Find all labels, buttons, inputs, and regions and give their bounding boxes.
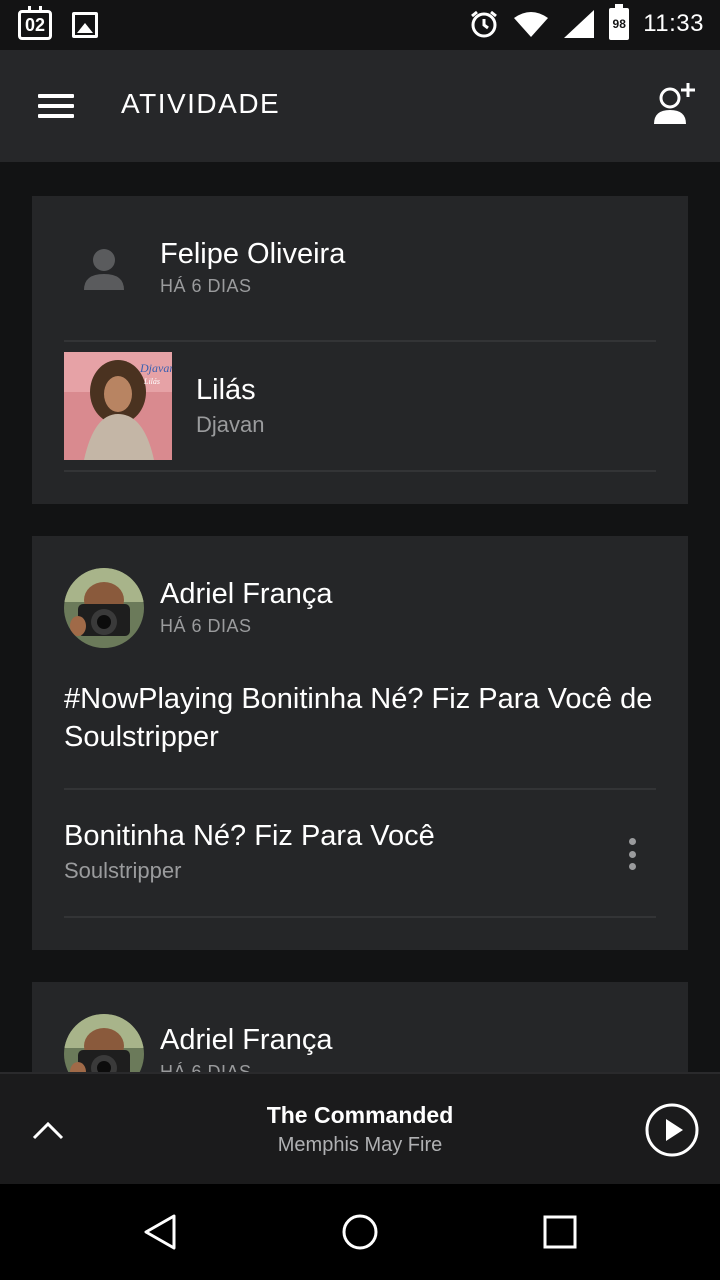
now-playing-bar[interactable]: The Commanded Memphis May Fire bbox=[0, 1072, 720, 1184]
signal-icon bbox=[564, 10, 595, 38]
track-row[interactable]: Djavan Lilás Lilás Djavan bbox=[64, 352, 656, 460]
track-row[interactable]: Bonitinha Né? Fiz Para Você Soulstripper bbox=[64, 808, 656, 918]
menu-icon[interactable] bbox=[38, 94, 74, 118]
track-title: Lilás bbox=[196, 374, 256, 406]
activity-card: Felipe Oliveira HÁ 6 DIAS Djavan Lilás L… bbox=[32, 196, 688, 504]
user-placeholder-icon bbox=[84, 249, 124, 290]
activity-card: Adriel França HÁ 6 DIAS bbox=[32, 982, 688, 1072]
recents-icon[interactable] bbox=[538, 1210, 582, 1254]
user-name[interactable]: Felipe Oliveira bbox=[160, 238, 345, 271]
battery-icon: 98 bbox=[609, 4, 630, 40]
user-row[interactable]: Adriel França HÁ 6 DIAS bbox=[64, 1014, 664, 1072]
app-bar: ATIVIDADE bbox=[0, 50, 720, 162]
more-options-icon[interactable] bbox=[624, 834, 640, 874]
alarm-icon bbox=[471, 10, 498, 38]
divider bbox=[64, 470, 656, 472]
image-icon bbox=[72, 12, 98, 38]
home-icon[interactable] bbox=[338, 1210, 382, 1254]
status-bar: 02 98 11:33 bbox=[0, 0, 720, 50]
clock: 11:33 bbox=[643, 10, 704, 37]
wifi-icon bbox=[514, 12, 549, 37]
avatar bbox=[64, 228, 144, 308]
svg-text:Lilás: Lilás bbox=[143, 377, 160, 386]
user-row[interactable]: Felipe Oliveira HÁ 6 DIAS bbox=[64, 228, 664, 308]
now-playing-title: The Commanded bbox=[266, 1102, 454, 1128]
avatar bbox=[64, 568, 144, 648]
user-name[interactable]: Adriel França bbox=[160, 1024, 332, 1057]
user-name[interactable]: Adriel França bbox=[160, 578, 332, 611]
calendar-icon: 02 bbox=[18, 6, 52, 40]
album-art: Djavan Lilás bbox=[64, 352, 172, 460]
post-time: HÁ 6 DIAS bbox=[160, 616, 252, 636]
svg-text:Djavan: Djavan bbox=[139, 361, 172, 375]
track-artist: Djavan bbox=[196, 412, 265, 437]
post-time: HÁ 6 DIAS bbox=[160, 276, 252, 296]
avatar bbox=[64, 1014, 144, 1072]
divider bbox=[64, 916, 656, 918]
back-icon[interactable] bbox=[138, 1210, 182, 1254]
divider bbox=[64, 788, 656, 790]
track-title: Bonitinha Né? Fiz Para Você bbox=[64, 820, 435, 852]
battery-level: 98 bbox=[612, 17, 626, 31]
user-row[interactable]: Adriel França HÁ 6 DIAS bbox=[64, 568, 664, 648]
add-friend-icon[interactable] bbox=[648, 80, 698, 130]
play-icon[interactable] bbox=[644, 1102, 700, 1158]
track-artist: Soulstripper bbox=[64, 858, 182, 883]
now-playing-artist: Memphis May Fire bbox=[277, 1134, 443, 1156]
activity-feed: Felipe Oliveira HÁ 6 DIAS Djavan Lilás L… bbox=[0, 162, 720, 1072]
post-text: #NowPlaying Bonitinha Né? Fiz Para Você … bbox=[64, 683, 653, 753]
activity-card: Adriel França HÁ 6 DIAS #NowPlaying Boni… bbox=[32, 536, 688, 950]
post-time: HÁ 6 DIAS bbox=[160, 1062, 252, 1072]
calendar-day: 02 bbox=[24, 14, 46, 35]
navigation-bar bbox=[0, 1184, 720, 1280]
divider bbox=[64, 340, 656, 342]
page-title: ATIVIDADE bbox=[121, 88, 281, 119]
